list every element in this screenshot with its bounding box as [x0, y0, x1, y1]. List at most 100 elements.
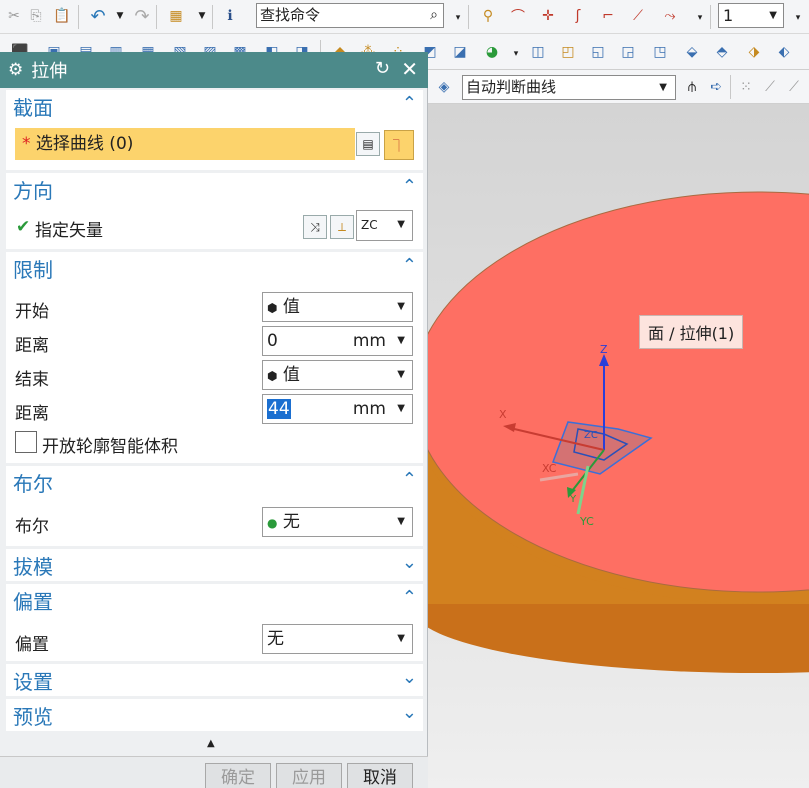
paste-icon[interactable]: 📋: [50, 4, 74, 28]
cut-icon[interactable]: ✂: [2, 4, 26, 28]
cancel-button[interactable]: 取消: [347, 763, 413, 788]
start-label: 开始: [15, 302, 49, 322]
y-axis-label: Y: [569, 494, 577, 505]
trim-body-icon[interactable]: ◳: [648, 40, 672, 64]
chevron-up-icon[interactable]: ⌃: [402, 255, 417, 276]
thicken-icon[interactable]: ⬗: [742, 40, 766, 64]
chevron-down-icon[interactable]: ⌄: [402, 667, 417, 688]
selection-tooltip: 面 / 拉伸(1): [639, 315, 744, 349]
surface-icon[interactable]: ⬖: [772, 40, 796, 64]
offset-header[interactable]: 偏置: [13, 586, 53, 615]
selection-scope-icon[interactable]: ◈: [432, 75, 456, 99]
command-search-input[interactable]: 查找命令 ⌕: [256, 3, 444, 28]
shell-icon[interactable]: ◰: [556, 40, 580, 64]
chevron-up-icon[interactable]: ⌃: [402, 176, 417, 197]
ok-button[interactable]: 确定: [205, 763, 271, 788]
end-select[interactable]: ⬢ 值 ▼: [262, 360, 413, 390]
start-distance-input[interactable]: 0 mm ▼: [262, 326, 413, 356]
apply-button[interactable]: 应用: [276, 763, 342, 788]
unit-label: mm: [352, 331, 386, 351]
boolean-value: 无: [282, 512, 300, 532]
boolean-dropdown-icon[interactable]: ▾: [504, 42, 528, 66]
sweep-icon[interactable]: ◫: [526, 40, 550, 64]
sketch-section-icon[interactable]: ⏋: [384, 130, 414, 160]
separator: [78, 5, 79, 29]
undo-icon[interactable]: ↶: [86, 4, 110, 28]
chevron-up-icon[interactable]: ⌃: [402, 469, 417, 490]
end-value: 值: [282, 365, 300, 385]
redo-icon[interactable]: ↷: [130, 4, 154, 28]
settings-header[interactable]: 设置: [13, 666, 53, 695]
vector-select[interactable]: ZC ▼: [356, 210, 413, 241]
window-dropdown-icon[interactable]: ▼: [190, 4, 214, 28]
window-switch-icon[interactable]: ▦: [164, 4, 188, 28]
model-view: Z X XC Y YC ZC: [428, 191, 809, 673]
xc-axis-label: XC: [542, 462, 557, 475]
subtract-icon[interactable]: ◪: [448, 40, 472, 64]
standard-toolbar: ✂ ⎘ 📋 ↶ ▼ ↷ ▦ ▼ ℹ 查找命令 ⌕ ▾ ⚲ ⌒ ✛ ʃ ⌐ ⟋ ⤳…: [0, 0, 809, 34]
search-icon[interactable]: ⌕: [430, 4, 438, 27]
start-select[interactable]: ⬢ 值 ▼: [262, 292, 413, 322]
distance2-label: 距离: [15, 404, 49, 424]
point-on-curve-icon[interactable]: ⤳: [658, 4, 682, 28]
copy-icon[interactable]: ⎘: [24, 4, 48, 28]
curve-filter-icon[interactable]: ▤: [356, 132, 380, 156]
draft-icon[interactable]: ⬙: [680, 40, 704, 64]
curve-rule-select[interactable]: 自动判断曲线 ▼: [462, 75, 676, 100]
separator: [156, 5, 157, 29]
end-distance-input[interactable]: 44 mm ▼: [262, 394, 413, 424]
chevron-down-icon: ▼: [397, 403, 405, 414]
end-label: 结束: [15, 370, 49, 390]
undo-dropdown-icon[interactable]: ▼: [108, 4, 132, 28]
preview-header[interactable]: 预览: [13, 701, 53, 730]
intersection-icon[interactable]: ✛: [536, 4, 560, 28]
work-layer-select[interactable]: 1 ▼: [718, 3, 784, 28]
direction-group: 方向 ⌃ ✔ 指定矢量 ⤨ ⟂ ZC ▼: [6, 173, 423, 249]
arc-center-icon[interactable]: ⌐: [596, 4, 620, 28]
info-icon[interactable]: ℹ: [218, 4, 242, 28]
quadrant-icon[interactable]: ⟋: [626, 4, 650, 28]
open-profile-checkbox[interactable]: [15, 431, 37, 453]
boolean-select[interactable]: ● 无 ▼: [262, 507, 413, 537]
offset-select[interactable]: 无 ▼: [262, 624, 413, 654]
reverse-direction-icon[interactable]: ⤨: [303, 215, 327, 239]
specify-vector-label: 指定矢量: [35, 221, 103, 241]
chamfer-icon[interactable]: ◲: [616, 40, 640, 64]
chevron-up-icon[interactable]: ⌃: [402, 587, 417, 608]
layer-dropdown-icon[interactable]: ▾: [786, 6, 809, 30]
chevron-up-icon[interactable]: ⌃: [402, 93, 417, 114]
offset-face-icon[interactable]: ⬘: [710, 40, 734, 64]
vector-dialog-icon[interactable]: ⟂: [330, 215, 354, 239]
draft-group: 拔模 ⌄: [6, 549, 423, 581]
section-header[interactable]: 截面: [13, 92, 53, 121]
stop-at-intersection-icon[interactable]: ⫛: [680, 75, 704, 99]
start-value: 值: [282, 297, 300, 317]
collapse-more-icon[interactable]: ▲: [207, 738, 215, 749]
select-curve-row[interactable]: * 选择曲线 (0): [15, 128, 355, 160]
boolean-header[interactable]: 布尔: [13, 468, 53, 497]
edge-blend-icon[interactable]: ◱: [586, 40, 610, 64]
gear-icon[interactable]: ⚙: [8, 60, 23, 80]
intersect-icon[interactable]: ◕: [480, 40, 504, 64]
direction-header[interactable]: 方向: [13, 175, 53, 204]
endpoint-icon[interactable]: ⟋: [758, 75, 782, 99]
chevron-down-icon[interactable]: ⌄: [402, 702, 417, 723]
boolean-group: 布尔 ⌃ 布尔 ● 无 ▼: [6, 466, 423, 546]
graphics-window[interactable]: Z X XC Y YC ZC 面 / 拉伸(1): [428, 104, 809, 788]
tangent-icon[interactable]: ʃ: [566, 4, 590, 28]
offset-value: 无: [267, 629, 284, 649]
snap-point-icon[interactable]: ⁙: [734, 75, 758, 99]
limits-header[interactable]: 限制: [13, 254, 53, 283]
snap-tool-icon[interactable]: ⚲: [476, 4, 500, 28]
work-layer-value: 1: [723, 6, 734, 25]
midpoint-icon[interactable]: ⟋: [782, 75, 806, 99]
reset-icon[interactable]: ↻: [375, 58, 390, 79]
select-curve-label: 选择曲线 (0): [35, 134, 134, 154]
close-icon[interactable]: ✕: [401, 57, 418, 81]
snap-dropdown-icon[interactable]: ▾: [688, 6, 712, 30]
curve-snap-icon[interactable]: ⌒: [506, 4, 530, 28]
follow-fillet-icon[interactable]: ➪: [704, 75, 728, 99]
chevron-down-icon[interactable]: ⌄: [402, 552, 417, 573]
draft-header[interactable]: 拔模: [13, 551, 53, 580]
search-dropdown-icon[interactable]: ▾: [446, 6, 470, 30]
